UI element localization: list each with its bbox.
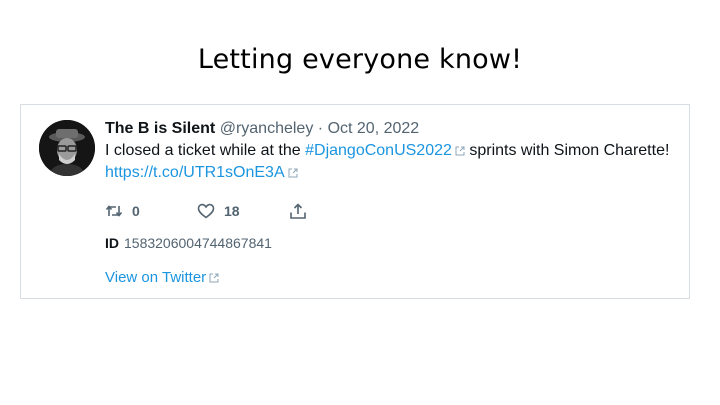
tweet-date[interactable]: Oct 20, 2022 (328, 120, 420, 137)
view-on-twitter-link[interactable]: View on Twitter (105, 269, 219, 286)
retweet-button[interactable]: 0 (105, 203, 140, 219)
tweet-text-part1: I closed a ticket while at the (105, 142, 306, 159)
tweet-body: The B is Silent @ryancheley · Oct 20, 20… (105, 118, 675, 184)
id-value: 1583206004744867841 (124, 235, 272, 251)
external-link-icon (209, 273, 219, 283)
tweet-id-line: ID 1583206004744867841 (105, 235, 272, 251)
tweet-url-link[interactable]: https://t.co/UTR1sOnE3A (105, 164, 285, 181)
author-handle[interactable]: @ryancheley (220, 120, 314, 137)
tweet-text-part2: sprints with Simon Charette! (464, 142, 670, 159)
like-button[interactable]: 18 (197, 203, 240, 219)
tweet-actions: 0 18 (105, 203, 405, 223)
retweet-count: 0 (132, 203, 140, 219)
external-link-icon (288, 168, 298, 178)
tweet-card: The B is Silent @ryancheley · Oct 20, 20… (20, 104, 690, 299)
tweet-header: The B is Silent @ryancheley · Oct 20, 20… (105, 118, 675, 139)
heart-icon (197, 203, 215, 219)
separator-dot: · (317, 120, 324, 137)
avatar[interactable] (39, 120, 95, 176)
external-link-icon (455, 146, 465, 156)
retweet-icon (105, 205, 123, 217)
share-button[interactable] (289, 203, 307, 220)
view-on-twitter-label: View on Twitter (105, 269, 207, 286)
share-icon (290, 203, 306, 219)
hashtag-link[interactable]: #DjangoConUS2022 (305, 142, 452, 159)
id-label: ID (105, 235, 119, 251)
slide-title: Letting everyone know! (197, 44, 523, 75)
like-count: 18 (224, 203, 240, 219)
tweet-text: I closed a ticket while at the #DjangoCo… (105, 140, 675, 184)
author-name[interactable]: The B is Silent (105, 120, 215, 137)
